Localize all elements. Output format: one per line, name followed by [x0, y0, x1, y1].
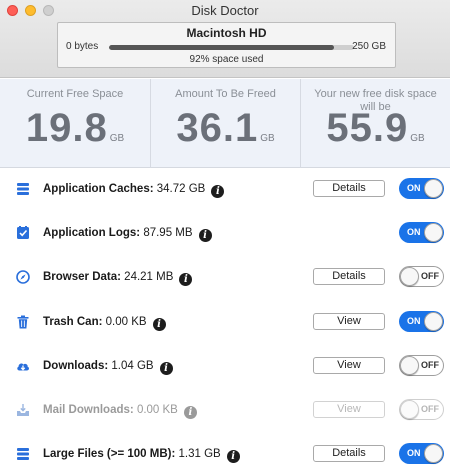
cleanup-item-row: Trash Can: 0.00 KB i View ON: [0, 301, 450, 345]
title-bar: Disk Doctor Macintosh HD 0 bytes 250 GB …: [0, 0, 450, 78]
cleanup-item-name: Downloads:: [43, 359, 109, 372]
toggle-knob: [400, 267, 419, 287]
checklist-icon: [16, 225, 30, 241]
info-icon[interactable]: i: [159, 361, 173, 375]
space-summary: Current Free Space 19.8 GB Amount To Be F…: [0, 79, 450, 168]
toggle-state-label: ON: [407, 315, 421, 326]
cleanup-item-row: Mail Downloads: 0.00 KB i View OFF: [0, 389, 450, 433]
cleanup-item-label: Large Files (>= 100 MB): 1.31 GB i: [43, 448, 240, 464]
cleanup-item-label: Mail Downloads: 0.00 KB i: [43, 404, 197, 419]
include-toggle: OFF: [399, 398, 444, 420]
toggle-knob: [424, 179, 443, 198]
stat-unit: GB: [109, 133, 125, 144]
toggle-knob: [424, 223, 443, 243]
include-toggle[interactable]: OFF: [399, 266, 444, 288]
include-toggle[interactable]: ON: [399, 310, 444, 332]
disk-max-label: 250 GB: [352, 41, 386, 52]
info-icon[interactable]: i: [226, 450, 240, 464]
details-button[interactable]: Details: [313, 180, 385, 197]
info-icon[interactable]: i: [198, 229, 212, 243]
include-toggle[interactable]: ON: [399, 443, 444, 465]
trash-icon: [16, 314, 30, 330]
include-toggle[interactable]: ON: [399, 222, 444, 244]
toggle-state-label: ON: [407, 227, 421, 238]
info-icon[interactable]: i: [179, 273, 193, 287]
toggle-knob: [424, 311, 443, 331]
info-icon[interactable]: i: [211, 185, 225, 198]
info-icon[interactable]: i: [183, 405, 197, 419]
cleanup-item-size: 34.72 GB: [156, 183, 206, 195]
toggle-knob: [400, 355, 419, 375]
cleanup-item-name: Application Logs:: [43, 227, 141, 240]
stat-value: 36.1 GB: [151, 106, 300, 151]
disk-used-text: 92% space used: [189, 54, 264, 65]
compass-icon: [16, 269, 30, 285]
cleanup-item-name: Browser Data:: [43, 271, 121, 284]
toggle-state-label: ON: [407, 448, 421, 459]
disk-usage-fill: [109, 45, 335, 50]
cleanup-item-name: Mail Downloads:: [43, 403, 134, 416]
stack-icon: [16, 446, 30, 462]
cleanup-item-size: 1.04 GB: [111, 359, 154, 372]
stat-amount-to-be-freed: Amount To Be Freed 36.1 GB: [150, 79, 300, 168]
view-button: View: [313, 400, 385, 418]
stack-icon: [16, 181, 30, 197]
window-title: Disk Doctor: [191, 3, 259, 18]
stat-number: 36.1: [176, 106, 259, 150]
cleanup-item-label: Application Caches: 34.72 GB i: [43, 183, 225, 198]
disk-usage-panel: Macintosh HD 0 bytes 250 GB 92% space us…: [57, 22, 396, 68]
cleanup-item-size: 24.21 MB: [124, 271, 174, 284]
stat-label: Amount To Be Freed: [175, 88, 276, 100]
details-button[interactable]: Details: [313, 445, 385, 463]
cleanup-item-name: Application Caches:: [43, 183, 154, 195]
mail-tray-icon: [16, 402, 30, 418]
cleanup-item-label: Downloads: 1.04 GB i: [43, 360, 173, 375]
stat-current-free-space: Current Free Space 19.8 GB: [0, 79, 150, 168]
cleanup-item-row: Application Logs: 87.95 MB i ON: [0, 212, 450, 256]
cloud-download-icon: [16, 358, 30, 374]
stat-value: 19.8 GB: [0, 106, 150, 151]
disk-min-label: 0 bytes: [66, 41, 99, 52]
cleanup-item-name: Large Files (>= 100 MB):: [43, 448, 176, 461]
cleanup-item-size: 87.95 MB: [143, 227, 193, 240]
toggle-knob: [400, 399, 419, 419]
disk-usage-bar: [109, 45, 354, 50]
toggle-state-label: ON: [407, 183, 421, 193]
cleanup-item-label: Browser Data: 24.21 MB i: [43, 271, 193, 287]
toggle-knob: [424, 444, 443, 464]
stat-new-free-space: Your new free disk space will be 55.9 GB: [300, 79, 450, 168]
stat-unit: GB: [260, 133, 275, 144]
include-toggle[interactable]: OFF: [399, 354, 444, 376]
details-button[interactable]: Details: [313, 268, 385, 286]
stat-value: 55.9 GB: [301, 106, 450, 151]
stat-number: 55.9: [326, 106, 409, 150]
toggle-state-label: OFF: [421, 403, 439, 414]
cleanup-item-row: Downloads: 1.04 GB i View OFF: [0, 345, 450, 389]
toggle-state-label: OFF: [421, 359, 439, 370]
cleanup-item-label: Trash Can: 0.00 KB i: [43, 316, 166, 331]
cleanup-item-size: 1.31 GB: [178, 448, 221, 461]
stat-unit: GB: [410, 133, 425, 144]
view-button[interactable]: View: [313, 312, 385, 330]
cleanup-item-label: Application Logs: 87.95 MB i: [43, 227, 212, 243]
cleanup-item-size: 0.00 KB: [136, 403, 178, 416]
stat-number: 19.8: [25, 106, 108, 150]
toggle-state-label: OFF: [421, 271, 439, 282]
cleanup-item-row: Large Files (>= 100 MB): 1.31 GB i Details…: [0, 433, 450, 475]
cleanup-item-row: Browser Data: 24.21 MB i Details OFF: [0, 256, 450, 300]
cleanup-item-size: 0.00 KB: [105, 315, 147, 328]
info-icon[interactable]: i: [152, 317, 166, 331]
include-toggle[interactable]: ON: [399, 178, 444, 199]
cleanup-items-list: Application Caches: 34.72 GB i Details ON Ap…: [0, 168, 450, 475]
disk-name: Macintosh HD: [186, 26, 267, 40]
stat-label: Current Free Space: [26, 88, 124, 100]
cleanup-item-name: Trash Can:: [43, 315, 103, 328]
cleanup-item-row: Application Caches: 34.72 GB i Details ON: [0, 168, 450, 212]
view-button[interactable]: View: [313, 356, 385, 374]
